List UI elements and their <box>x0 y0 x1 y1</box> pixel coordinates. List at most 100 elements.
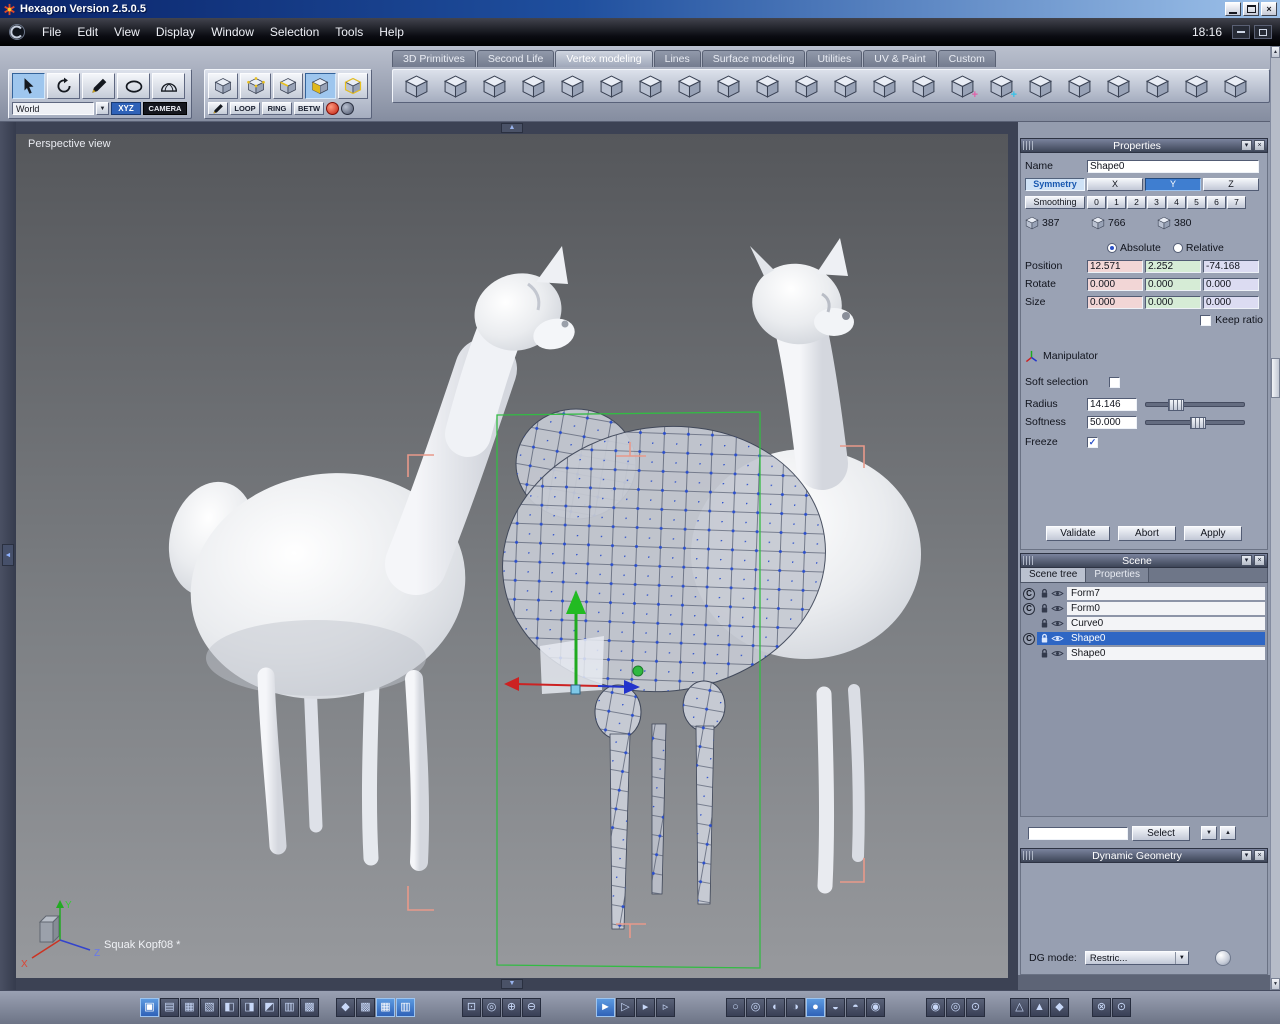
apply-button[interactable]: Apply <box>1184 525 1242 541</box>
select-filter-icon-1[interactable]: ► <box>596 998 615 1017</box>
minimize-button[interactable] <box>1225 2 1241 16</box>
tab-3d-primitives[interactable]: 3D Primitives <box>392 50 476 67</box>
radius-slider[interactable] <box>1145 398 1245 411</box>
symmetry-y-button[interactable]: Y <box>1145 177 1201 191</box>
smoothing-level-6[interactable]: 6 <box>1207 195 1226 209</box>
culling-icon-2[interactable]: ▲ <box>1030 998 1049 1017</box>
soft-selection-checkbox[interactable] <box>1109 376 1120 388</box>
absolute-radio[interactable] <box>1107 243 1117 253</box>
scroll-up-button[interactable]: ▲ <box>1271 46 1280 58</box>
culling-icon-3[interactable]: ◆ <box>1050 998 1069 1017</box>
vertex-tool-icon-22[interactable] <box>1217 73 1253 100</box>
maximize-button[interactable] <box>1243 2 1259 16</box>
rotate-x-field[interactable] <box>1087 277 1143 291</box>
eye-icon[interactable] <box>1051 619 1064 628</box>
display-option-icon-1[interactable]: ◉ <box>926 998 945 1017</box>
smoothing-level-2[interactable]: 2 <box>1127 195 1146 209</box>
menu-edit[interactable]: Edit <box>69 23 106 41</box>
symmetry-button[interactable]: Symmetry <box>1025 177 1085 191</box>
drag-grip-icon[interactable] <box>1023 556 1033 565</box>
shading-icon-5[interactable]: ● <box>806 998 825 1017</box>
window-scrollbar[interactable]: ▲ ▼ <box>1270 46 1280 990</box>
scene-tree-row[interactable]: Curve0 <box>1021 616 1267 631</box>
display-option-icon-3[interactable]: ⊙ <box>966 998 985 1017</box>
manipulator-pivot-dot[interactable] <box>632 665 644 677</box>
relative-radio[interactable] <box>1172 243 1183 253</box>
eye-icon[interactable] <box>1051 634 1064 643</box>
scene-panel-header[interactable]: Scene ▾ × <box>1020 553 1268 568</box>
dg-mode-dropdown[interactable]: Restric... ▼ <box>1084 951 1189 965</box>
shading-icon-3[interactable]: ◐ <box>766 998 785 1017</box>
eye-icon[interactable] <box>1051 649 1064 658</box>
position-x-field[interactable] <box>1087 259 1143 273</box>
left-tray-expand-handle[interactable]: ◄ <box>2 544 14 566</box>
render-camera-icon[interactable]: ⊙ <box>1112 998 1131 1017</box>
scroll-down-button[interactable]: ▼ <box>1271 978 1280 990</box>
soft-selection-dome-tool[interactable] <box>152 73 185 99</box>
smoothing-level-7[interactable]: 7 <box>1227 195 1246 209</box>
scene-item-label[interactable]: Shape0 <box>1067 632 1265 645</box>
lock-icon[interactable] <box>1040 633 1049 644</box>
layout-icon-1[interactable]: ▣ <box>140 998 159 1017</box>
scene-item-label[interactable]: Form0 <box>1067 602 1265 615</box>
tab-second-life[interactable]: Second Life <box>476 50 555 67</box>
layout-icon-9[interactable]: ▩ <box>300 998 319 1017</box>
position-z-field[interactable] <box>1203 259 1259 273</box>
vertex-tool-icon-20[interactable] <box>1139 73 1175 100</box>
symmetry-x-button[interactable]: X <box>1087 177 1143 191</box>
vertex-tool-icon-8[interactable] <box>671 73 707 100</box>
paint-select-tool[interactable] <box>208 102 228 115</box>
panel-close-button[interactable]: × <box>1254 140 1265 151</box>
lock-icon[interactable] <box>1040 648 1049 659</box>
selection-mode-vertex[interactable] <box>240 73 271 99</box>
smoothing-level-5[interactable]: 5 <box>1187 195 1206 209</box>
working-space-dropdown-button[interactable]: ▼ <box>96 102 109 115</box>
select-filter-icon-2[interactable]: ▷ <box>616 998 635 1017</box>
layout-icon-7[interactable]: ◩ <box>260 998 279 1017</box>
lasso-select-tool[interactable] <box>117 73 150 99</box>
vertex-tool-icon-5[interactable] <box>554 73 590 100</box>
symmetry-z-button[interactable]: Z <box>1203 177 1259 191</box>
move-up-button[interactable]: ▲ <box>1220 826 1236 840</box>
shading-icon-7[interactable]: ◓ <box>846 998 865 1017</box>
vertex-tool-icon-15[interactable] <box>944 73 980 101</box>
ring-select-button[interactable]: RING <box>262 102 292 115</box>
rotate-y-field[interactable] <box>1145 277 1201 291</box>
camera-toggle-button[interactable]: CAMERA <box>143 102 187 115</box>
perspective-viewport[interactable]: Y X Z Perspective view Squak Kopf08 * <box>16 134 1008 978</box>
vertex-tool-icon-13[interactable] <box>866 73 902 100</box>
tab-surface-modeling[interactable]: Surface modeling <box>701 50 806 67</box>
vertex-tool-icon-10[interactable] <box>749 73 785 100</box>
selection-mode-face[interactable] <box>305 73 336 99</box>
between-select-button[interactable]: BETW <box>294 102 324 115</box>
titlebar[interactable]: Hexagon Version 2.5.0.5 × <box>0 0 1280 18</box>
vertex-tool-icon-11[interactable] <box>788 73 824 100</box>
tab-uv-paint[interactable]: UV & Paint <box>863 50 937 67</box>
grid-icon-1[interactable]: ▦ <box>376 998 395 1017</box>
manipulator-center-handle[interactable] <box>570 684 581 695</box>
smoothing-level-0[interactable]: 0 <box>1087 195 1106 209</box>
vertex-tool-icon-19[interactable] <box>1100 73 1136 100</box>
vertex-tool-icon-21[interactable] <box>1178 73 1214 100</box>
vertex-tool-icon-3[interactable] <box>476 73 512 100</box>
vertex-tool-icon-14[interactable] <box>905 73 941 100</box>
snap-icon-1[interactable]: ◆ <box>336 998 355 1017</box>
render-light-icon[interactable]: ⊗ <box>1092 998 1111 1017</box>
vertex-tool-icon-18[interactable] <box>1061 73 1097 100</box>
panel-shade-button[interactable]: ▾ <box>1241 850 1252 861</box>
layout-icon-8[interactable]: ▥ <box>280 998 299 1017</box>
keep-ratio-checkbox[interactable] <box>1200 314 1212 326</box>
expand-top-tray-button[interactable]: ▲ <box>501 123 523 133</box>
menu-tools[interactable]: Tools <box>327 23 371 41</box>
panel-close-button[interactable]: × <box>1254 555 1265 566</box>
shading-icon-2[interactable]: ◎ <box>746 998 765 1017</box>
layout-icon-4[interactable]: ▧ <box>200 998 219 1017</box>
selection-mode-object[interactable] <box>337 73 369 99</box>
freeze-checkbox[interactable]: ✓ <box>1087 436 1098 448</box>
scene-item-label[interactable]: Shape0 <box>1067 647 1265 660</box>
vertex-tool-icon-7[interactable] <box>632 73 668 100</box>
move-down-button[interactable]: ▼ <box>1201 826 1217 840</box>
vertex-tool-icon-2[interactable] <box>437 73 473 100</box>
eye-icon[interactable] <box>1051 604 1064 613</box>
menu-help[interactable]: Help <box>371 23 412 41</box>
